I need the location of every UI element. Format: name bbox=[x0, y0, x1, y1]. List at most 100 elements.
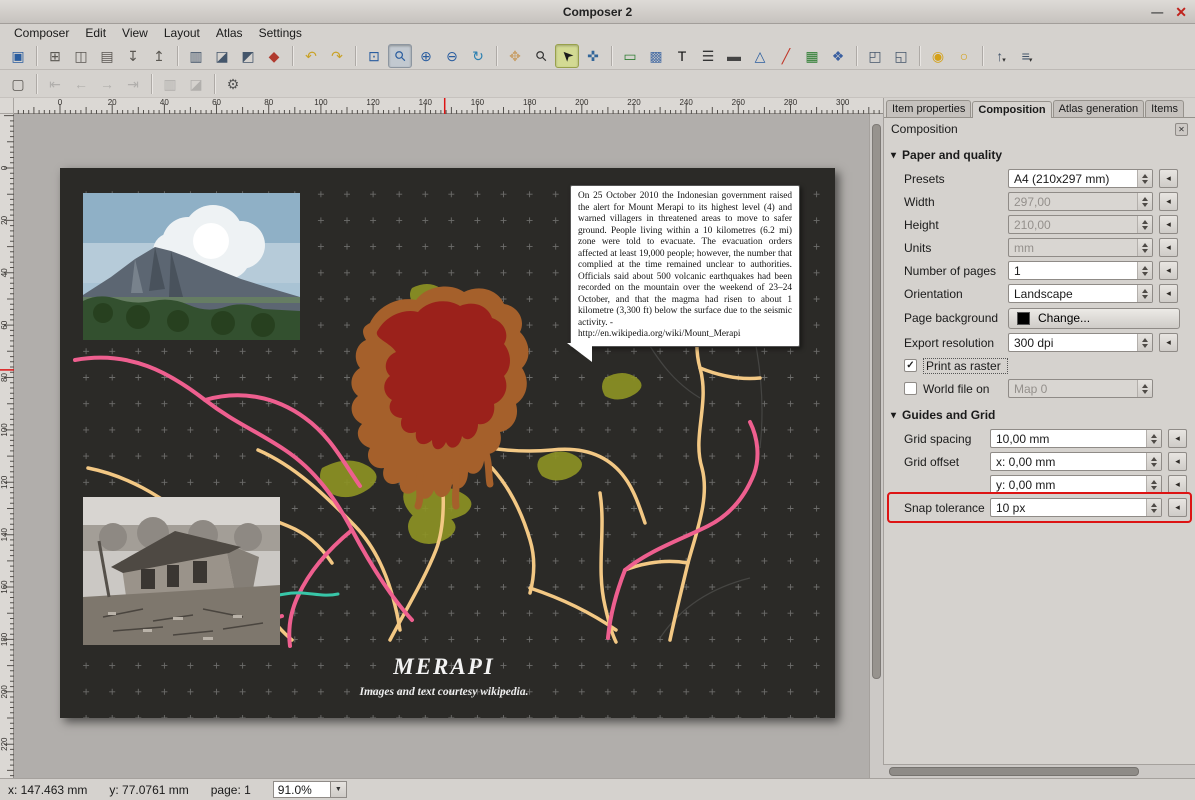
print-atlas-button[interactable]: ▥ bbox=[158, 72, 182, 96]
atlas-last-feature-button[interactable]: ⇥ bbox=[121, 72, 145, 96]
select-move-item-button[interactable]: ➤ bbox=[555, 44, 579, 68]
menu-view[interactable]: View bbox=[114, 25, 156, 41]
paper-quality-section-header[interactable]: ▾ Paper and quality bbox=[884, 140, 1195, 167]
grid-spacing-override-button[interactable]: ◂ bbox=[1168, 429, 1187, 448]
add-shape-button[interactable]: △ bbox=[748, 44, 772, 68]
save-as-template-button[interactable]: ↥ bbox=[147, 44, 171, 68]
add-label-button[interactable]: T bbox=[670, 44, 694, 68]
snap-tolerance-override-button[interactable]: ◂ bbox=[1168, 498, 1187, 517]
presets-combo[interactable]: A4 (210x297 mm) bbox=[1008, 169, 1153, 188]
scrollbar-thumb[interactable] bbox=[872, 124, 881, 679]
export-as-svg-button[interactable]: ◩ bbox=[236, 44, 260, 68]
pages-override-button[interactable]: ◂ bbox=[1159, 261, 1178, 280]
height-override-button[interactable]: ◂ bbox=[1159, 215, 1178, 234]
pages-spinbox[interactable]: 1 bbox=[1008, 261, 1153, 280]
spin-arrows-icon[interactable] bbox=[1137, 380, 1152, 397]
add-new-map-button[interactable]: ▭ bbox=[618, 44, 642, 68]
add-html-frame-button[interactable]: ❖ bbox=[826, 44, 850, 68]
print-as-raster-checkbox[interactable]: ✓ bbox=[904, 359, 917, 372]
orientation-override-button[interactable]: ◂ bbox=[1159, 284, 1178, 303]
panel-horizontal-scrollbar[interactable] bbox=[883, 764, 1195, 778]
zoom-out-button[interactable]: ⊖ bbox=[440, 44, 464, 68]
unlock-all-items-button[interactable]: ○ bbox=[952, 44, 976, 68]
atlas-first-feature-button[interactable]: ⇤ bbox=[43, 72, 67, 96]
spin-arrows-icon[interactable] bbox=[1137, 170, 1152, 187]
add-legend-button[interactable]: ☰ bbox=[696, 44, 720, 68]
guides-grid-section-header[interactable]: ▾ Guides and Grid bbox=[884, 400, 1195, 427]
redo-button[interactable]: ↷ bbox=[325, 44, 349, 68]
group-items-button[interactable]: ◰ bbox=[863, 44, 887, 68]
panel-close-icon[interactable]: ✕ bbox=[1175, 123, 1188, 136]
grid-offset-x-spinbox[interactable]: x: 0,00 mm bbox=[990, 452, 1162, 471]
atlas-previous-feature-button[interactable]: ← bbox=[69, 72, 93, 96]
resolution-override-button[interactable]: ◂ bbox=[1159, 333, 1178, 352]
spin-arrows-icon[interactable] bbox=[1146, 430, 1161, 447]
composition-page[interactable]: On 25 October 2010 the Indonesian govern… bbox=[60, 168, 835, 718]
ungroup-items-button[interactable]: ◱ bbox=[889, 44, 913, 68]
pan-button[interactable]: ✥ bbox=[503, 44, 527, 68]
export-as-image-button[interactable]: ◪ bbox=[210, 44, 234, 68]
height-spinbox[interactable]: 210,00 bbox=[1008, 215, 1153, 234]
spin-arrows-icon[interactable] bbox=[1137, 285, 1152, 302]
zoom-in-button[interactable]: ⊕ bbox=[414, 44, 438, 68]
spin-arrows-icon[interactable] bbox=[1146, 499, 1161, 516]
composer-canvas[interactable]: On 25 October 2010 the Indonesian govern… bbox=[14, 114, 869, 778]
spin-arrows-icon[interactable] bbox=[1146, 453, 1161, 470]
zoom-combo[interactable]: 91.0% ▼ bbox=[273, 781, 347, 798]
map-title-label[interactable]: MERAPI bbox=[344, 654, 544, 680]
spin-arrows-icon[interactable] bbox=[1137, 334, 1152, 351]
width-override-button[interactable]: ◂ bbox=[1159, 192, 1178, 211]
close-button[interactable]: ✕ bbox=[1175, 4, 1187, 21]
zoom-full-button[interactable]: ⊡ bbox=[362, 44, 386, 68]
menu-layout[interactable]: Layout bbox=[156, 25, 208, 41]
print-composition-button[interactable]: ▥ bbox=[184, 44, 208, 68]
grid-offset-x-override-button[interactable]: ◂ bbox=[1168, 452, 1187, 471]
map-subtitle-label[interactable]: Images and text courtesy wikipedia. bbox=[324, 686, 564, 698]
menu-settings[interactable]: Settings bbox=[251, 25, 310, 41]
raise-selected-items-button[interactable]: ↑▾ bbox=[989, 44, 1013, 68]
menu-composer[interactable]: Composer bbox=[6, 25, 77, 41]
units-combo[interactable]: mm bbox=[1008, 238, 1153, 257]
scrollbar-thumb[interactable] bbox=[889, 767, 1139, 776]
menu-edit[interactable]: Edit bbox=[77, 25, 114, 41]
resolution-spinbox[interactable]: 300 dpi bbox=[1008, 333, 1153, 352]
new-composer-button[interactable]: ⊞ bbox=[43, 44, 67, 68]
composer-manager-button[interactable]: ▤ bbox=[95, 44, 119, 68]
spin-arrows-icon[interactable] bbox=[1137, 262, 1152, 279]
world-file-map-combo[interactable]: Map 0 bbox=[1008, 379, 1153, 398]
spin-arrows-icon[interactable] bbox=[1137, 216, 1152, 233]
undo-button[interactable]: ↶ bbox=[299, 44, 323, 68]
atlas-settings-button[interactable]: ⚙ bbox=[221, 72, 245, 96]
ruins-photo[interactable] bbox=[83, 497, 280, 645]
add-image-button[interactable]: ▩ bbox=[644, 44, 668, 68]
add-scalebar-button[interactable]: ▬ bbox=[722, 44, 746, 68]
canvas-vertical-scrollbar[interactable] bbox=[869, 114, 883, 778]
tab-item-properties[interactable]: Item properties bbox=[886, 100, 971, 117]
zoom-dropdown-icon[interactable]: ▼ bbox=[331, 781, 347, 798]
tab-composition[interactable]: Composition bbox=[972, 101, 1051, 118]
grid-offset-y-override-button[interactable]: ◂ bbox=[1168, 475, 1187, 494]
tab-atlas-generation[interactable]: Atlas generation bbox=[1053, 100, 1145, 117]
load-from-template-button[interactable]: ↧ bbox=[121, 44, 145, 68]
world-file-checkbox[interactable] bbox=[904, 382, 917, 395]
grid-spacing-spinbox[interactable]: 10,00 mm bbox=[990, 429, 1162, 448]
atlas-preview-button[interactable]: ▢ bbox=[6, 72, 30, 96]
zoom-tool-button[interactable]: ⚲ bbox=[529, 44, 553, 68]
units-override-button[interactable]: ◂ bbox=[1159, 238, 1178, 257]
refresh-view-button[interactable]: ↻ bbox=[466, 44, 490, 68]
orientation-combo[interactable]: Landscape bbox=[1008, 284, 1153, 303]
snap-tolerance-spinbox[interactable]: 10 px bbox=[990, 498, 1162, 517]
zoom-100-button[interactable]: ⚲ bbox=[388, 44, 412, 68]
atlas-next-feature-button[interactable]: → bbox=[95, 72, 119, 96]
width-spinbox[interactable]: 297,00 bbox=[1008, 192, 1153, 211]
spin-arrows-icon[interactable] bbox=[1146, 476, 1161, 493]
spin-arrows-icon[interactable] bbox=[1137, 193, 1152, 210]
add-arrow-button[interactable]: ╱ bbox=[774, 44, 798, 68]
align-selected-items-button[interactable]: ≡▾ bbox=[1015, 44, 1039, 68]
volcano-photo[interactable] bbox=[83, 193, 300, 340]
move-item-content-button[interactable]: ✜ bbox=[581, 44, 605, 68]
minimize-button[interactable]: — bbox=[1151, 5, 1163, 19]
change-background-button[interactable]: Change... bbox=[1008, 308, 1180, 329]
save-project-button[interactable]: ▣ bbox=[6, 44, 30, 68]
lock-selected-items-button[interactable]: ◉ bbox=[926, 44, 950, 68]
